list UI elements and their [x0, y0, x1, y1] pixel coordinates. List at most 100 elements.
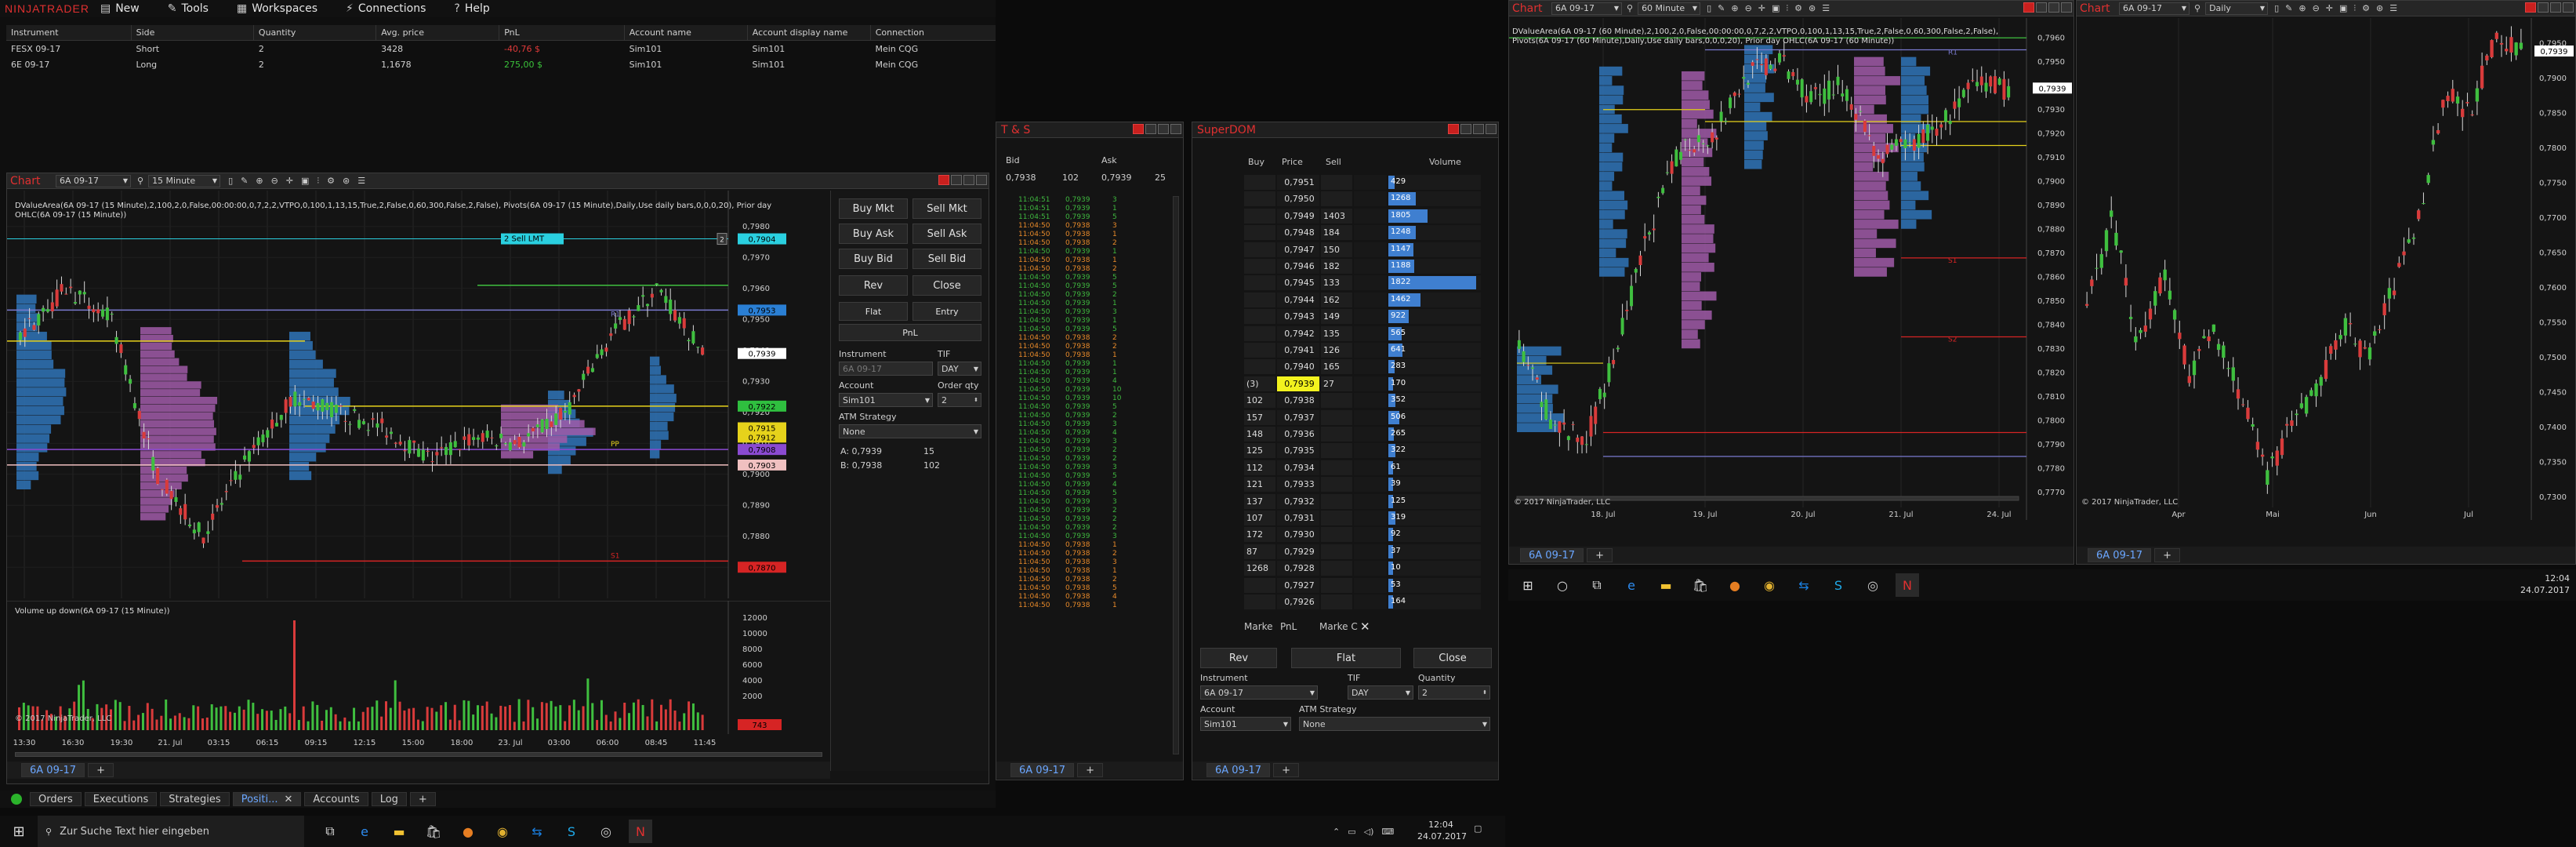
dom-instrument-select[interactable]: 6A 09-17 ▼ — [1200, 685, 1318, 700]
snapshot-icon[interactable]: ▣ — [2339, 3, 2347, 13]
edge-browser-icon[interactable]: e — [1620, 573, 1643, 597]
window-menu-button[interactable] — [938, 175, 949, 185]
tab-accounts[interactable]: Accounts — [304, 792, 368, 806]
dom-spacer-cell[interactable] — [1354, 242, 1387, 257]
dom-sell-cell[interactable] — [1321, 543, 1352, 559]
dom-sell-cell[interactable] — [1321, 594, 1352, 609]
dom-price-cell[interactable]: 0,7941 — [1277, 343, 1319, 358]
minimize-button[interactable] — [1460, 124, 1471, 134]
dom-spacer-cell[interactable] — [1354, 493, 1387, 509]
maximize-button[interactable] — [1158, 124, 1169, 134]
crosshair-icon[interactable]: ✛ — [2326, 3, 2333, 13]
dom-price-cell[interactable]: 0,7942 — [1277, 325, 1319, 341]
cortana-icon[interactable]: ○ — [1551, 573, 1574, 597]
dom-spacer-cell[interactable] — [1354, 443, 1387, 459]
dom-price-cell[interactable]: 0,7932 — [1277, 493, 1319, 509]
search-icon[interactable]: ⚲ — [2194, 3, 2200, 13]
dom-sell-cell[interactable]: 150 — [1321, 242, 1352, 257]
dom-spacer-cell[interactable] — [1354, 511, 1387, 525]
chart60-tab[interactable]: 6A 09-17 — [1520, 548, 1584, 562]
dom-price-cell[interactable]: 0,7939 — [1277, 376, 1319, 391]
task-view-icon[interactable]: ⧉ — [318, 820, 342, 843]
sell-ask-button[interactable]: Sell Ask — [912, 224, 981, 244]
zoom-out-icon[interactable]: ⊖ — [271, 176, 278, 186]
dom-price-cell[interactable]: 0,7945 — [1277, 275, 1319, 291]
chart60-price-chart[interactable]: 0,79600,79500,79400,79300,79200,79100,79… — [1509, 18, 2074, 520]
menu-help[interactable]: ? Help — [454, 2, 502, 15]
edge-browser-icon[interactable]: e — [353, 820, 376, 843]
close-icon[interactable]: ✕ — [285, 794, 293, 805]
ct-qty-stepper[interactable]: 2 ⬍ — [938, 393, 981, 407]
ct-instrument-field[interactable]: 6A 09-17 — [839, 362, 933, 376]
templates-icon[interactable]: ⊛ — [2376, 3, 2383, 13]
tab-orders[interactable]: Orders — [30, 792, 82, 806]
position-row[interactable]: 6E 09-17 Long 2 1,1678 275,00 $ Sim101 Sim101 M… — [6, 56, 996, 72]
dom-price-row[interactable]: 157 0,7937 506 — [1244, 409, 1484, 426]
draw-tool-icon[interactable]: ✎ — [241, 176, 248, 186]
dom-price-row[interactable]: 148 0,7936 265 — [1244, 426, 1484, 442]
snapshot-icon[interactable]: ▣ — [301, 176, 309, 186]
keyboard-icon[interactable]: ⌨ — [1381, 827, 1394, 837]
dom-buy-cell[interactable] — [1244, 259, 1275, 274]
close-button[interactable] — [2061, 2, 2072, 13]
dom-price-cell[interactable]: 0,7951 — [1277, 175, 1319, 190]
ts-scrollbar[interactable] — [1173, 196, 1179, 754]
dom-buy-cell[interactable]: 125 — [1244, 443, 1275, 459]
tab-log[interactable]: Log — [371, 792, 407, 806]
menu-new[interactable]: ▤ New — [100, 2, 152, 15]
dom-price-row[interactable]: 102 0,7938 352 — [1244, 392, 1484, 409]
dom-spacer-cell[interactable] — [1354, 191, 1387, 207]
dom-price-cell[interactable]: 0,7947 — [1277, 242, 1319, 257]
dom-price-cell[interactable]: 0,7943 — [1277, 309, 1319, 325]
chevron-up-icon[interactable]: ⌃ — [1333, 827, 1340, 837]
daily-tab[interactable]: 6A 09-17 — [2088, 548, 2152, 562]
close-button[interactable] — [976, 175, 987, 185]
ts-tab[interactable]: 6A 09-17 — [1010, 763, 1075, 777]
dom-spacer-cell[interactable] — [1354, 275, 1387, 291]
dom-sell-cell[interactable]: 133 — [1321, 275, 1352, 291]
menu-workspaces[interactable]: ▦ Workspaces — [237, 2, 330, 15]
ct-atm-select[interactable]: None ▼ — [839, 424, 981, 438]
strategies-icon[interactable]: ⚙ — [327, 176, 335, 186]
dom-buy-cell[interactable] — [1244, 309, 1275, 325]
taskbar-clock[interactable]: 12:04 24.07.2017 — [1417, 819, 1467, 842]
col-connection[interactable]: Connection — [871, 25, 996, 40]
dom-sell-cell[interactable]: 149 — [1321, 309, 1352, 325]
dom-price-row[interactable]: 0,7946 182 1188 — [1244, 258, 1484, 274]
ct-account-select[interactable]: Sim101 ▼ — [839, 393, 933, 407]
maximize-button[interactable] — [2550, 2, 2561, 13]
properties-icon[interactable]: ☰ — [1822, 3, 1830, 13]
add-tab-button[interactable]: + — [88, 763, 114, 777]
teamviewer-icon[interactable]: ⇆ — [525, 820, 549, 843]
indicators-icon[interactable]: ⫶ — [317, 176, 319, 187]
zoom-out-icon[interactable]: ⊖ — [2313, 3, 2320, 13]
dom-price-row[interactable]: 0,7944 162 1462 — [1244, 292, 1484, 308]
minimize-button[interactable] — [951, 175, 962, 185]
dom-sell-cell[interactable] — [1321, 191, 1352, 207]
close-button[interactable] — [2563, 2, 2574, 13]
dom-marke-c-label[interactable]: Marke C — [1319, 621, 1358, 632]
dom-price-row[interactable]: 172 0,7930 92 — [1244, 526, 1484, 543]
col-account-display[interactable]: Account display name — [748, 25, 871, 40]
dom-atm-select[interactable]: None ▼ — [1299, 717, 1490, 731]
dom-price-cell[interactable]: 0,7931 — [1277, 511, 1319, 525]
dom-sell-cell[interactable] — [1321, 493, 1352, 509]
dom-price-row[interactable]: 0,7943 149 922 — [1244, 308, 1484, 325]
dom-sell-cell[interactable]: 27 — [1321, 376, 1352, 391]
menu-connections[interactable]: ⚡ Connections — [346, 2, 438, 15]
add-tab-button[interactable]: + — [1273, 763, 1299, 777]
buy-market-button[interactable]: Buy Mkt — [839, 198, 908, 219]
dom-price-cell[interactable]: 0,7950 — [1277, 191, 1319, 207]
dom-spacer-cell[interactable] — [1354, 427, 1387, 442]
templates-icon[interactable]: ⊛ — [343, 176, 350, 186]
dom-sell-cell[interactable]: 135 — [1321, 325, 1352, 341]
dom-spacer-cell[interactable] — [1354, 259, 1387, 274]
dom-price-row[interactable]: 0,7941 126 641 — [1244, 342, 1484, 358]
dom-price-cell[interactable]: 0,7949 — [1277, 208, 1319, 224]
dom-sell-cell[interactable] — [1321, 561, 1352, 576]
dom-buy-cell[interactable]: 121 — [1244, 477, 1275, 493]
notification-icon[interactable]: ▢ — [1474, 823, 1482, 834]
sell-bid-button[interactable]: Sell Bid — [912, 249, 981, 269]
daily-price-chart[interactable]: 0,79500,79000,78500,78000,77500,77000,76… — [2077, 18, 2576, 520]
dom-spacer-cell[interactable] — [1354, 527, 1387, 543]
